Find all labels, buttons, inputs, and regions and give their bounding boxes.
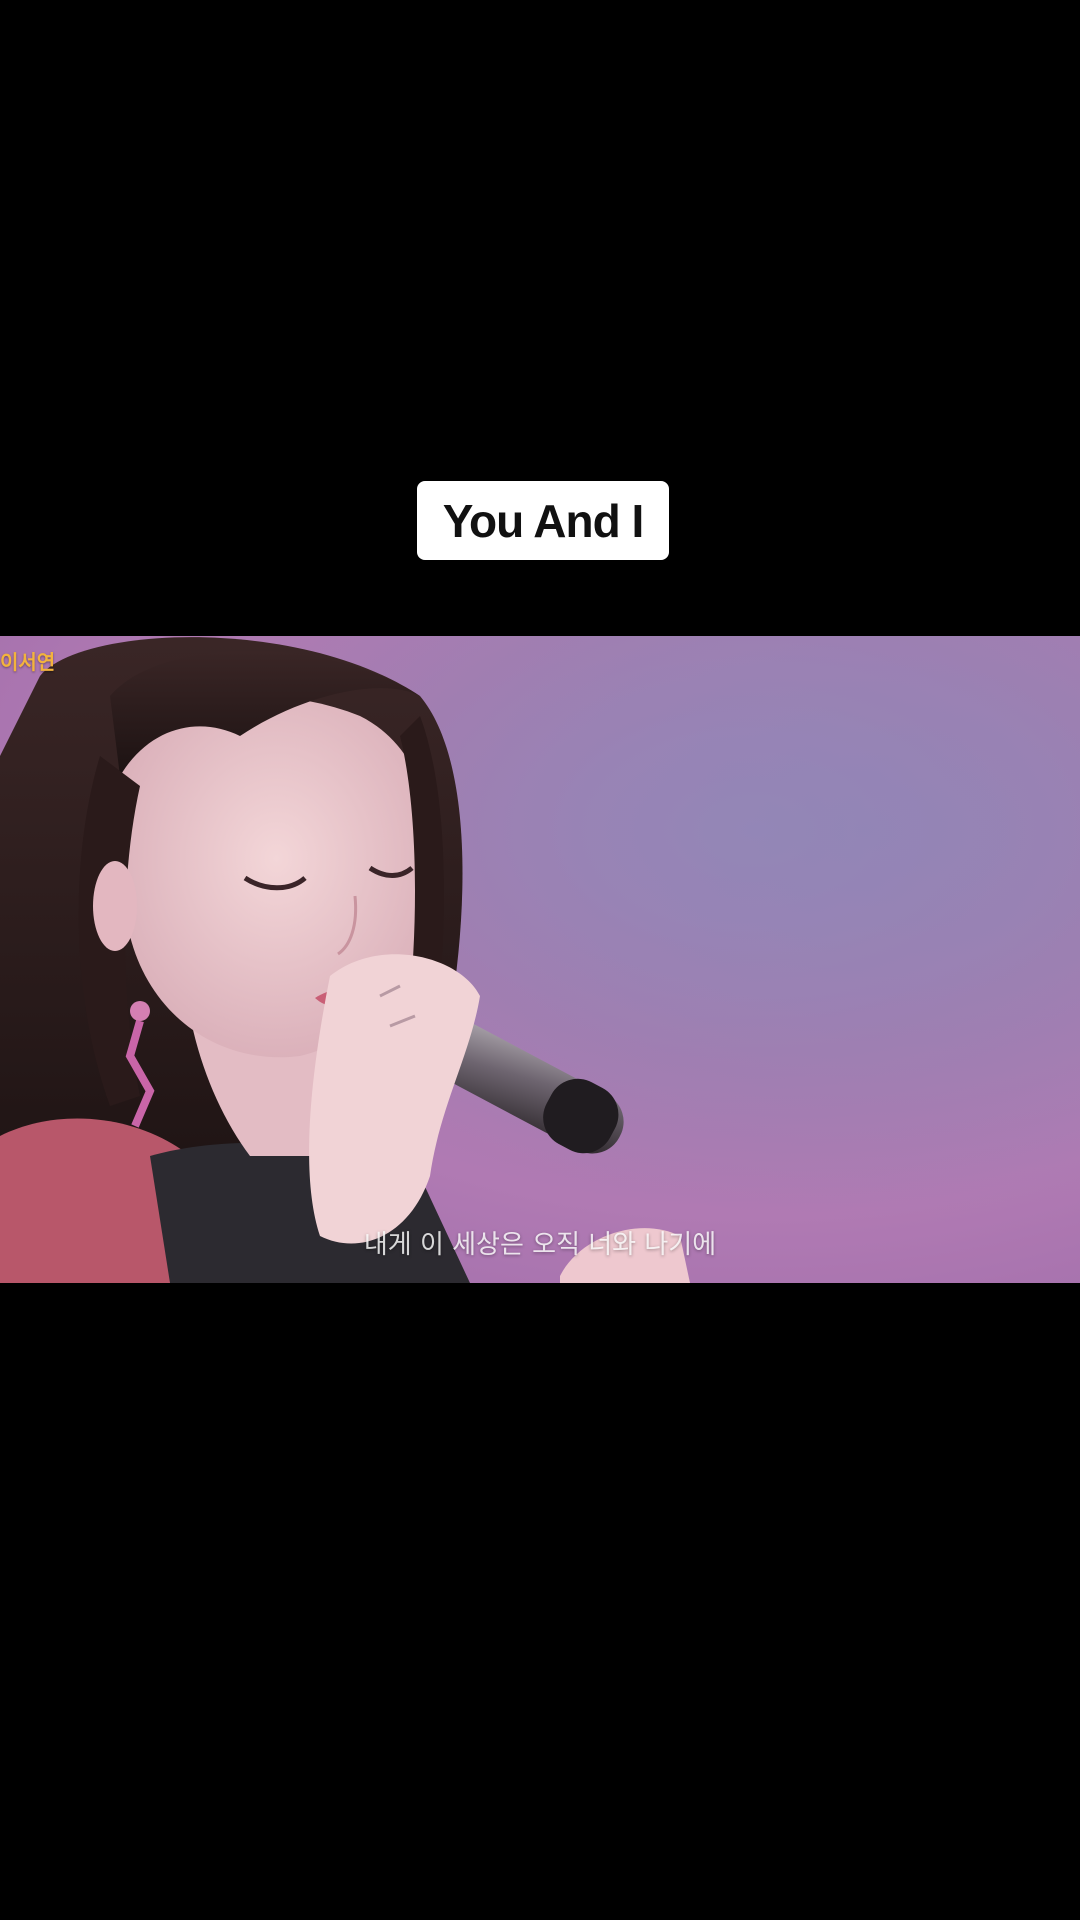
channel-tag: 이서연 [0,650,56,674]
video-frame[interactable]: 이서연 내게 이 세상은 오직 너와 나기에 [0,636,1080,1283]
song-title-caption: You And I [417,481,669,560]
song-title-text: You And I [442,494,645,547]
lyric-subtitle: 내게 이 세상은 오직 너와 나기에 [363,1230,717,1260]
performer-illustration [0,636,1080,1283]
video-screen[interactable]: You And I 이서연 내게 이 세상은 오직 너와 나기에 [0,0,1080,1920]
